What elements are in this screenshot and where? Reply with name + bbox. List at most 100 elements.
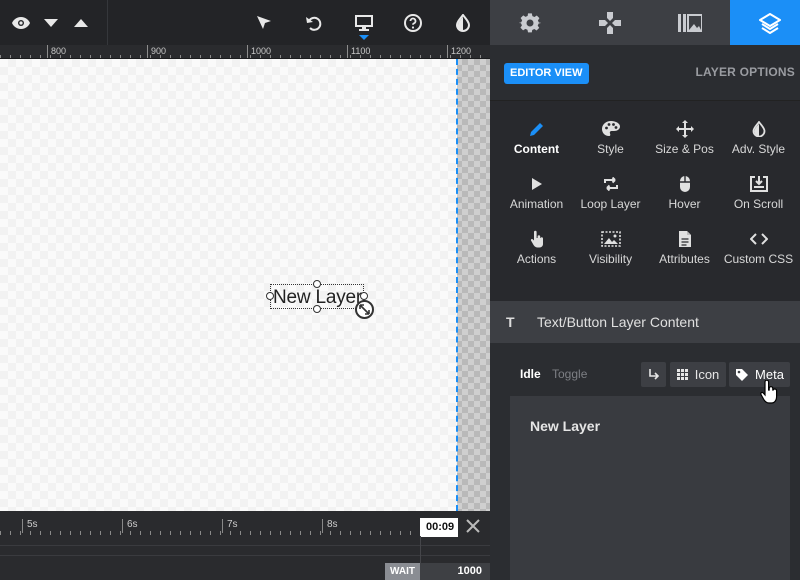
option-label: Content xyxy=(513,142,560,156)
horizontal-ruler: 800 900 1000 1100 1200 xyxy=(0,45,490,59)
resize-handle-bottom[interactable] xyxy=(313,305,321,313)
ruler-mark: 1000 xyxy=(247,45,271,58)
slide-canvas[interactable]: New Layer xyxy=(0,59,490,511)
layer-text-value[interactable]: New Layer xyxy=(530,418,600,434)
section-title: Text/Button Layer Content xyxy=(537,314,699,330)
text-type-icon: T xyxy=(506,314,515,330)
layer-content-editor: Idle Toggle Icon Meta New Layer xyxy=(490,343,800,580)
option-label: Style xyxy=(597,142,624,156)
pointer-hand-icon xyxy=(530,230,543,248)
eye-icon[interactable] xyxy=(6,0,36,45)
tab-layers[interactable] xyxy=(730,0,800,45)
option-label: Animation xyxy=(509,197,564,211)
slide-edge-guide xyxy=(456,59,458,511)
option-adv-style[interactable]: Adv. Style xyxy=(720,101,797,156)
layer-text-input[interactable]: New Layer xyxy=(510,396,790,580)
timeline-mark: 5s xyxy=(22,519,38,533)
play-icon xyxy=(531,178,542,190)
option-label: On Scroll xyxy=(733,197,784,211)
timeline-mark: 7s xyxy=(222,519,238,533)
current-time-field[interactable]: 00:09 xyxy=(420,518,458,537)
loop-icon xyxy=(603,177,618,191)
hand-cursor-icon xyxy=(760,379,778,411)
editor-view-button[interactable]: EDITOR VIEW xyxy=(504,63,589,84)
caret-down-icon[interactable] xyxy=(36,0,66,45)
contrast-icon[interactable] xyxy=(448,0,478,45)
insert-linebreak-button[interactable] xyxy=(641,362,666,387)
timeline-divider xyxy=(0,555,490,556)
option-label: Attributes xyxy=(659,252,710,266)
tab-navigation[interactable] xyxy=(570,0,650,45)
editor-toolbar xyxy=(0,0,490,45)
layer-settings-panel: EDITOR VIEW LAYER OPTIONS Content Style … xyxy=(490,0,800,580)
wait-label: WAIT xyxy=(385,563,420,580)
option-label: Hover xyxy=(668,197,701,211)
timeline-mark: 6s xyxy=(122,519,138,533)
option-actions[interactable]: Actions xyxy=(498,211,575,266)
option-label: Size & Pos xyxy=(655,142,714,156)
layers-icon xyxy=(759,12,781,34)
option-attributes[interactable]: Attributes xyxy=(646,211,723,266)
caret-up-icon[interactable] xyxy=(66,0,96,45)
rotate-handle[interactable] xyxy=(355,300,374,319)
panel-tabs xyxy=(490,0,800,45)
active-device-indicator xyxy=(359,35,369,40)
palette-icon xyxy=(601,121,620,136)
option-loop-layer[interactable]: Loop Layer xyxy=(572,156,649,211)
tab-toggle[interactable]: Toggle xyxy=(552,367,587,381)
option-grid: Content Style Size & Pos Adv. Style Anim… xyxy=(490,101,800,301)
rotate-icon xyxy=(359,304,370,315)
library-icon xyxy=(678,13,702,32)
icon-button-label: Icon xyxy=(694,367,720,382)
option-label: Loop Layer xyxy=(580,197,641,211)
close-timeline-button[interactable] xyxy=(463,516,483,536)
resize-handle-right[interactable] xyxy=(360,292,368,300)
grid-icon xyxy=(676,369,688,380)
view-bar: EDITOR VIEW LAYER OPTIONS xyxy=(490,45,800,101)
contrast-drop-icon xyxy=(752,121,765,137)
option-hover[interactable]: Hover xyxy=(646,156,723,211)
option-visibility[interactable]: Visibility xyxy=(572,211,649,266)
timeline-divider xyxy=(0,545,490,546)
resize-handle-top[interactable] xyxy=(313,280,321,288)
option-size-pos[interactable]: Size & Pos xyxy=(646,101,723,156)
tab-idle[interactable]: Idle xyxy=(520,367,541,381)
tab-media-library[interactable] xyxy=(650,0,730,45)
slide-area[interactable] xyxy=(0,59,457,511)
option-label: Custom CSS xyxy=(723,252,794,266)
tab-settings[interactable] xyxy=(490,0,570,45)
resize-handle-left[interactable] xyxy=(266,292,274,300)
option-style[interactable]: Style xyxy=(572,101,649,156)
ruler-ticks xyxy=(0,55,490,58)
insert-icon-button[interactable]: Icon xyxy=(670,362,726,387)
download-box-icon xyxy=(749,176,768,192)
option-animation[interactable]: Animation xyxy=(498,156,575,211)
wait-value[interactable]: 1000 xyxy=(420,563,490,580)
option-label: Actions xyxy=(516,252,557,266)
option-content[interactable]: Content xyxy=(498,101,575,156)
undo-icon[interactable] xyxy=(299,0,329,45)
option-label: Visibility xyxy=(588,252,633,266)
timeline-mark: 8s xyxy=(322,519,338,533)
code-icon xyxy=(749,233,768,245)
pencil-icon xyxy=(529,123,543,136)
ruler-mark: 900 xyxy=(147,45,166,58)
toolbar-divider xyxy=(107,0,108,45)
move-icon xyxy=(675,120,694,138)
option-custom-css[interactable]: Custom CSS xyxy=(720,211,797,266)
help-icon[interactable] xyxy=(398,0,428,45)
gear-icon xyxy=(519,12,541,32)
close-icon xyxy=(466,519,480,533)
tag-icon xyxy=(736,368,749,381)
option-on-scroll[interactable]: On Scroll xyxy=(720,156,797,211)
image-dotted-icon xyxy=(600,231,621,247)
return-arrow-icon xyxy=(648,368,659,380)
layer-options-label[interactable]: LAYER OPTIONS xyxy=(695,65,795,79)
ruler-mark: 800 xyxy=(47,45,66,58)
select-arrow-icon[interactable] xyxy=(249,0,279,45)
section-header[interactable]: T Text/Button Layer Content xyxy=(490,301,800,343)
mouse-icon xyxy=(679,176,690,192)
document-icon xyxy=(678,231,691,247)
option-label: Adv. Style xyxy=(731,142,786,156)
ruler-mark: 1200 xyxy=(447,45,471,58)
